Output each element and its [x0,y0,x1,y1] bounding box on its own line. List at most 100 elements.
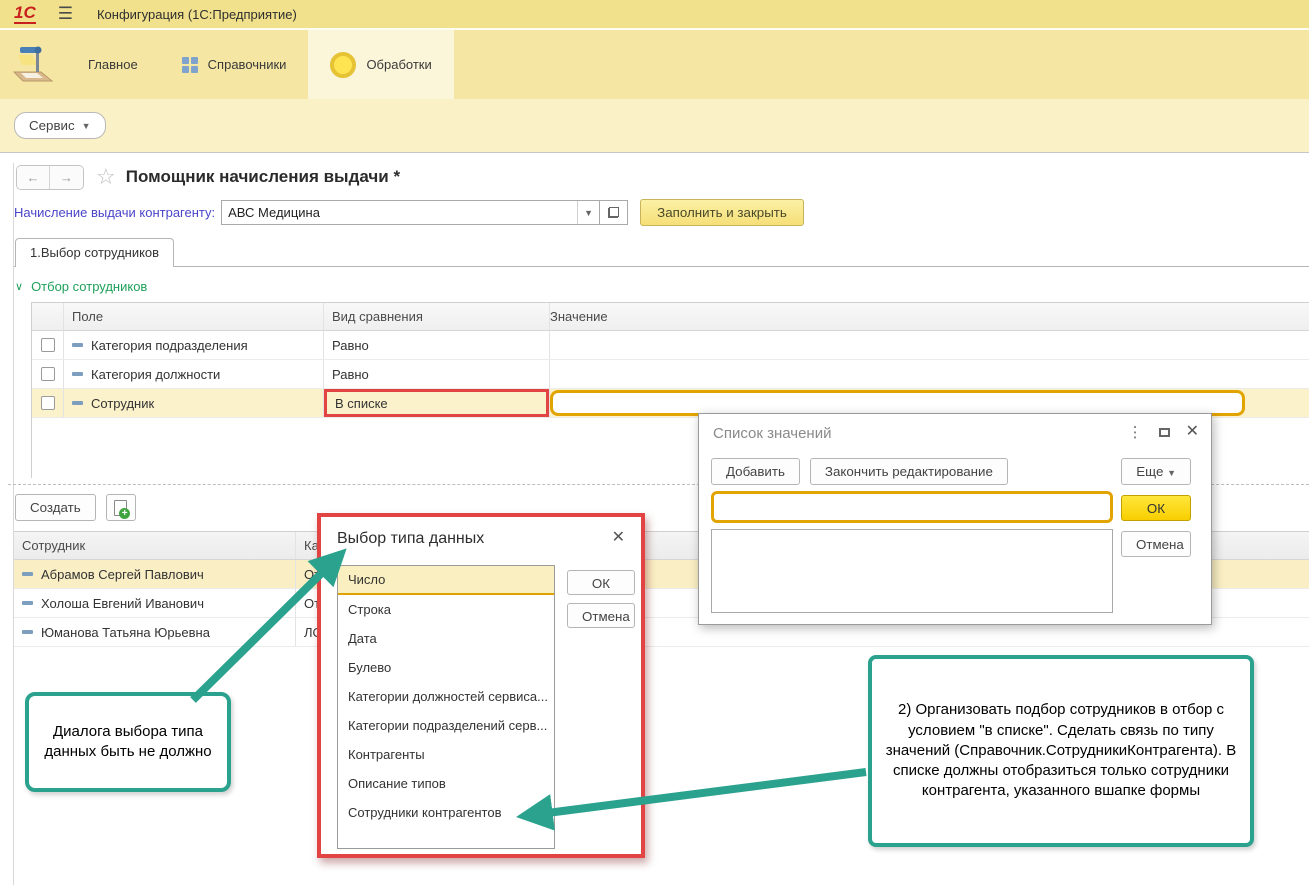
chevron-down-icon: ▼ [1167,468,1176,478]
favorite-star-icon[interactable]: ☆ [96,164,116,190]
chevron-down-icon: ▼ [82,121,91,131]
history-nav-group: ← → [16,165,84,190]
annotation-left-note: Диалога выбора типа данных быть не должн… [25,692,231,792]
row-checkbox[interactable] [41,396,55,410]
create-button[interactable]: Создать [15,494,96,521]
employees-header-name: Сотрудник [14,532,296,559]
filter-header-value: Значение [550,303,1309,330]
value-input-highlighted[interactable] [711,491,1113,523]
close-icon[interactable]: ✕ [612,530,625,546]
ribbon-tab-main-label: Главное [88,57,138,72]
navigation-row: ← → ☆ Помощник начисления выдачи * [16,163,1309,191]
filter-field: Категория должности [91,367,220,382]
row-marker-icon [22,601,33,605]
filter-table: Поле Вид сравнения Значение Категория по… [31,302,1309,418]
more-button-label: Еще [1136,464,1163,479]
counterparty-field[interactable]: АВС Медицина ▼ [221,200,628,225]
list-item-date[interactable]: Дата [338,624,554,653]
close-icon[interactable]: ✕ [1186,424,1199,440]
employee-name: Холоша Евгений Иванович [41,596,204,611]
filter-header-checkbox-col [32,303,64,330]
filter-value[interactable] [550,331,1309,359]
filter-value[interactable] [550,360,1309,388]
list-item-position-categories[interactable]: Категории должностей сервиса... [338,682,554,711]
filter-section-label: Отбор сотрудников [31,279,147,294]
row-marker-icon [72,372,83,376]
list-item-counterparties[interactable]: Контрагенты [338,740,554,769]
cancel-button[interactable]: Отмена [567,603,635,628]
type-list: Число Строка Дата Булево Категории должн… [337,565,555,849]
list-item-department-categories[interactable]: Категории подразделений серв... [338,711,554,740]
filter-comparison[interactable]: Равно [324,331,549,359]
ribbon-tab-dataprocessors-label: Обработки [366,57,431,72]
dataprocessor-circle-icon [330,52,356,78]
list-item-string[interactable]: Строка [338,595,554,624]
type-selection-dialog: Выбор типа данных ✕ Число Строка Дата Бу… [317,513,645,858]
counterparty-dropdown-icon[interactable]: ▼ [577,201,599,224]
annotation-right-note: 2) Организовать подбор сотрудников в отб… [868,655,1254,847]
list-item-number[interactable]: Число [338,566,554,595]
counterparty-label: Начисление выдачи контрагенту: [14,205,215,220]
section-ribbon: Главное Справочники Обработки [0,30,1309,99]
page-plus-icon [114,500,127,516]
employee-name: Абрамов Сергей Павлович [41,567,204,582]
counterparty-open-icon[interactable] [599,201,627,224]
more-menu-icon[interactable]: ⋮ [1128,423,1143,441]
value-list-dialog: Список значений ⋮ ✕ Добавить Закончить р… [698,413,1212,625]
fill-and-close-button[interactable]: Заполнить и закрыть [640,199,804,226]
type-dialog-title: Выбор типа данных [337,530,484,548]
service-menu-label: Сервис [29,118,75,133]
row-checkbox[interactable] [41,338,55,352]
row-marker-icon [72,401,83,405]
row-marker-icon [22,572,33,576]
more-button[interactable]: Еще ▼ [1121,458,1191,485]
value-list-dialog-title: Список значений [713,425,831,442]
filter-table-header: Поле Вид сравнения Значение [32,303,1309,331]
app-window: 1С ☰ Конфигурация (1С:Предприятие) Главн… [0,0,1309,885]
chevron-down-icon: ∨ [15,280,23,293]
lamp-icon [10,45,56,85]
cancel-button[interactable]: Отмена [1121,531,1191,557]
table-row[interactable]: Категория подразделения Равно [32,331,1309,360]
row-marker-icon [22,630,33,634]
tab-employee-selection[interactable]: 1.Выбор сотрудников [15,238,174,267]
maximize-icon[interactable] [1159,428,1170,437]
ok-button[interactable]: ОК [1121,495,1191,521]
filter-field: Категория подразделения [91,338,248,353]
filter-section-header[interactable]: ∨ Отбор сотрудников [15,279,1309,294]
service-menu-button[interactable]: Сервис ▼ [14,112,106,139]
list-item-boolean[interactable]: Булево [338,653,554,682]
filter-header-comparison: Вид сравнения [324,303,550,330]
window-title: Конфигурация (1С:Предприятие) [97,7,297,22]
counterparty-row: Начисление выдачи контрагенту: АВС Медиц… [9,199,1309,226]
forward-button[interactable]: → [50,166,83,189]
main-menu-icon[interactable]: ☰ [58,4,73,24]
ribbon-tab-catalogs[interactable]: Справочники [160,30,309,99]
1c-logo: 1С [14,4,36,24]
row-checkbox[interactable] [41,367,55,381]
title-bar: 1С ☰ Конфигурация (1С:Предприятие) [0,0,1309,30]
filter-comparison-highlighted[interactable]: В списке [324,389,549,417]
value-list-area[interactable] [711,529,1113,613]
form-tabs: 1.Выбор сотрудников [14,237,1309,267]
list-item-type-description[interactable]: Описание типов [338,769,554,798]
add-button[interactable]: Добавить [711,458,800,485]
finish-editing-button[interactable]: Закончить редактирование [810,458,1008,485]
catalogs-grid-icon [182,57,198,73]
row-marker-icon [72,343,83,347]
ribbon-tab-main[interactable]: Главное [66,30,160,99]
ribbon-tab-catalogs-label: Справочники [208,57,287,72]
filter-field: Сотрудник [91,396,154,411]
counterparty-value[interactable]: АВС Медицина [222,201,577,224]
list-item-counterparty-employees[interactable]: Сотрудники контрагентов [338,798,554,827]
page-title: Помощник начисления выдачи * [126,167,400,187]
create-by-copy-button[interactable] [106,494,136,521]
back-button[interactable]: ← [17,166,50,189]
employee-name: Юманова Татьяна Юрьевна [41,625,210,640]
desktop-lamp-icon[interactable] [0,45,66,85]
table-row[interactable]: Категория должности Равно [32,360,1309,389]
ok-button[interactable]: ОК [567,570,635,595]
ribbon-tab-dataprocessors[interactable]: Обработки [308,30,453,99]
service-toolbar: Сервис ▼ [0,99,1309,153]
filter-comparison[interactable]: Равно [324,360,549,388]
